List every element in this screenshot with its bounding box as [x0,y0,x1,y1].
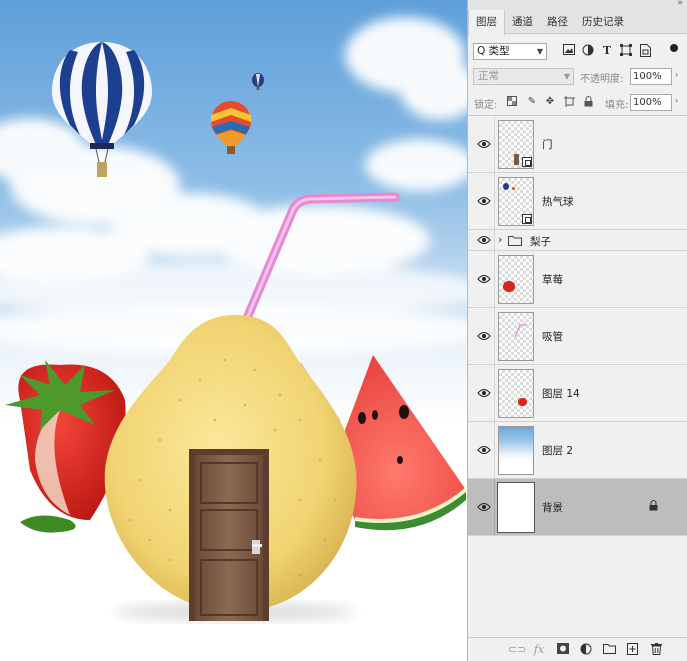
type-filter-icon[interactable]: T [600,44,614,58]
tab-paths[interactable]: 路径 [540,10,575,33]
filter-toggle-switch[interactable] [670,44,678,52]
fill-input[interactable]: 100% [630,94,672,111]
layers-bottom-toolbar: ⊂⊃ fx [468,637,687,661]
fx-icon[interactable]: fx [532,643,546,657]
hot-air-balloon-small [252,73,264,90]
smart-object-filter-icon[interactable] [638,44,652,58]
lock-icon [649,500,658,511]
shape-filter-icon[interactable] [619,44,633,58]
smart-object-icon [522,157,532,167]
layer-name: 吸管 [542,331,563,343]
tab-history[interactable]: 历史记录 [575,10,631,33]
delete-layer-icon[interactable] [649,643,663,657]
opacity-label: 不透明度: [580,74,624,85]
layer-group-pear[interactable]: › 梨子 [468,230,687,251]
eye-icon[interactable] [477,196,491,206]
chevron-down-icon: ▼ [563,72,570,81]
lock-all-icon[interactable] [582,96,594,108]
lock-image-pixels-icon[interactable]: ✎ [526,96,538,108]
panel-top-strip: » [468,0,687,10]
layer-thumbnail [498,369,534,418]
lock-artboard-icon[interactable] [563,96,575,108]
link-layers-icon[interactable]: ⊂⊃ [508,643,526,657]
layer-name: 热气球 [542,196,574,208]
fill-chevron-icon[interactable]: › [675,96,678,105]
layer-strawberry[interactable]: 草莓 [468,251,687,308]
blend-mode-select[interactable]: 正常 ▼ [473,68,574,85]
layer-thumbnail [498,255,534,304]
lock-transparent-pixels-icon[interactable] [506,96,518,108]
eye-icon[interactable] [477,502,491,512]
new-group-icon[interactable] [602,643,616,657]
layer-straw[interactable]: 吸管 [468,308,687,365]
layer-name: 梨子 [530,236,551,248]
layer-kind-filter-select[interactable]: Q 类型 ▼ [473,43,547,60]
adjustment-layer-icon[interactable] [579,643,593,657]
canvas-artwork [0,17,467,622]
lock-label: 锁定: [474,100,498,111]
layer-hot-air-balloon[interactable]: 热气球 [468,173,687,230]
eye-icon[interactable] [477,274,491,284]
opacity-input[interactable]: 100% [630,68,672,85]
layer-thumbnail [498,120,534,169]
layer-2[interactable]: 图层 2 [468,422,687,479]
smart-object-icon [522,214,532,224]
layer-kind-filter-label: Q 类型 [477,45,510,57]
layer-door[interactable]: 门 [468,116,687,173]
eye-icon[interactable] [477,139,491,149]
panel-tabs: 图层 通道 路径 历史记录 [468,10,687,35]
eye-icon[interactable] [477,331,491,341]
layers-panel: » 图层 通道 路径 历史记录 Q 类型 ▼ T 正常 ▼ 不透明度: 100%… [467,0,687,661]
adjustment-filter-icon[interactable] [581,44,595,58]
wooden-door [189,449,269,621]
layer-name: 图层 2 [542,445,574,457]
layer-name: 背景 [542,502,563,514]
layer-thumbnail [497,482,535,533]
add-mask-icon[interactable] [556,643,570,657]
strawberry [5,360,126,533]
layer-thumbnail [498,177,534,226]
eye-icon[interactable] [477,388,491,398]
lock-position-icon[interactable]: ✥ [544,96,556,108]
tab-layers[interactable]: 图层 [468,10,505,35]
folder-icon [508,236,522,246]
tab-channels[interactable]: 通道 [505,10,540,33]
fill-label: 填充: [605,100,629,111]
eye-icon[interactable] [477,235,491,245]
layer-name: 草莓 [542,274,563,286]
document-canvas[interactable] [0,0,467,661]
layer-thumbnail [498,312,534,361]
expand-group-chevron[interactable]: › [498,233,502,246]
layer-background[interactable]: 背景 [468,479,687,536]
layer-thumbnail [498,426,534,475]
image-filter-icon[interactable] [562,44,576,58]
new-layer-icon[interactable] [625,643,639,657]
hot-air-balloon-medium [211,101,251,154]
layer-name: 图层 14 [542,388,580,400]
eye-icon[interactable] [477,445,491,455]
layers-list: 门 热气球 › 梨子 草莓 吸管 图层 14 图层 2 背景 [468,115,687,536]
blend-mode-value: 正常 [478,70,499,82]
opacity-chevron-icon[interactable]: › [675,70,678,79]
collapse-panel-button[interactable]: » [677,0,683,8]
layer-name: 门 [542,139,553,151]
chevron-down-icon: ▼ [536,47,543,56]
layer-14[interactable]: 图层 14 [468,365,687,422]
